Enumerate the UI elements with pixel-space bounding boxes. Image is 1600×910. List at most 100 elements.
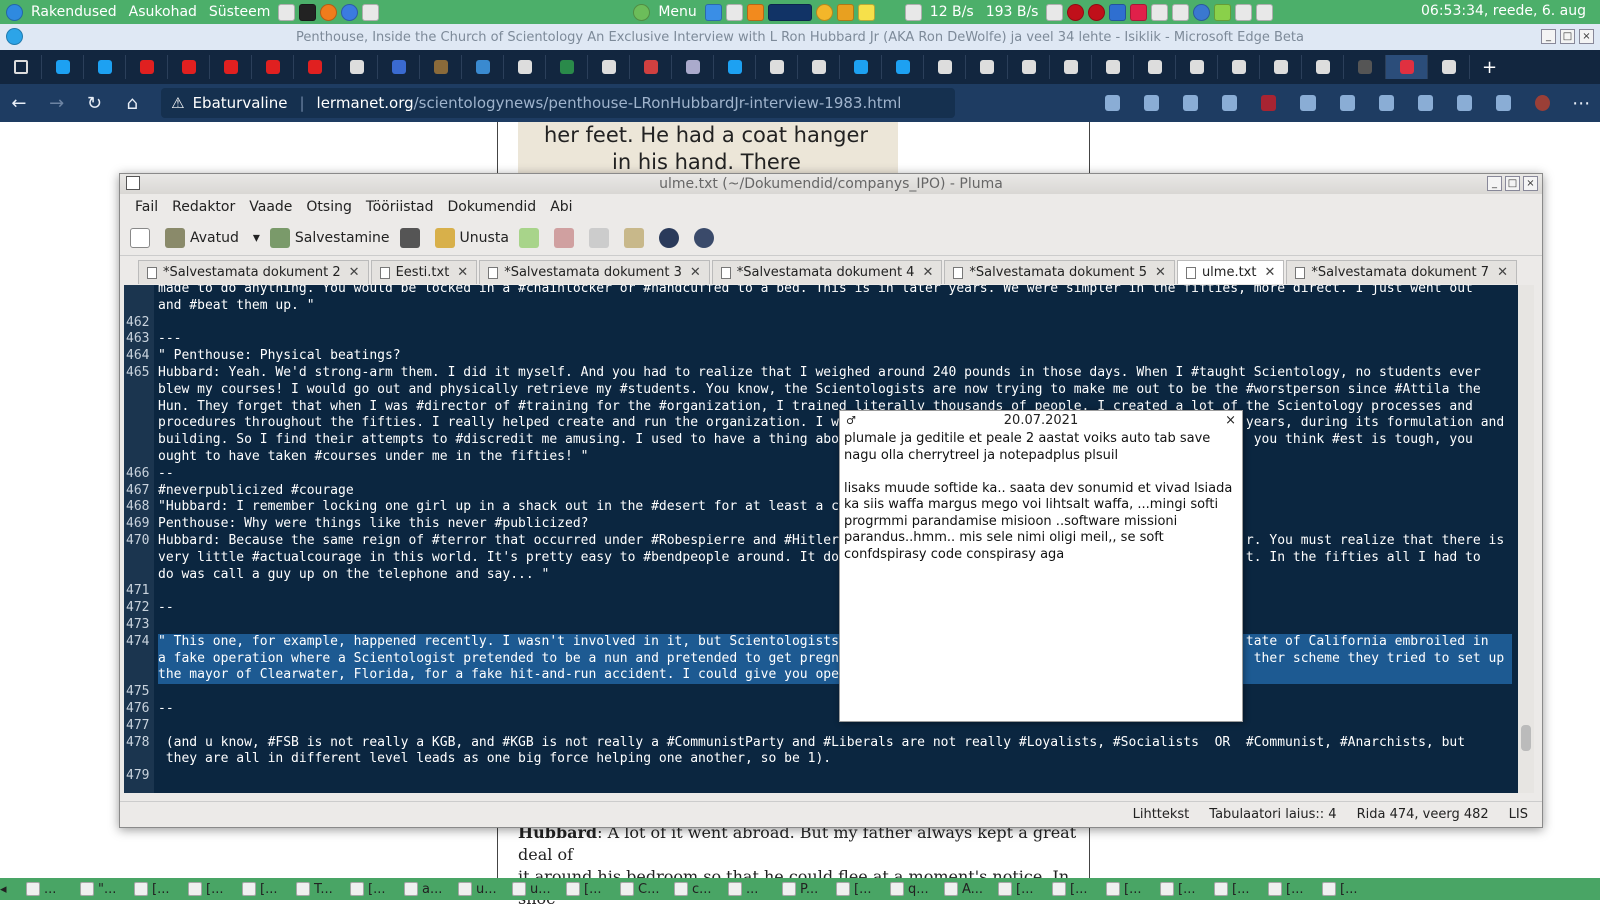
- warning-icon[interactable]: ⚠: [171, 94, 184, 112]
- bluetooth-icon[interactable]: [1109, 3, 1127, 21]
- browser-tab[interactable]: [1050, 55, 1092, 79]
- new-tab-button[interactable]: +: [1482, 57, 1497, 78]
- extensions-icon[interactable]: [1417, 95, 1433, 111]
- tab-close-icon[interactable]: ✕: [1155, 265, 1166, 280]
- record-icon[interactable]: [1067, 3, 1085, 21]
- sticky-note[interactable]: ♂ 20.07.2021 × plumale ja geditile et pe…: [839, 410, 1243, 722]
- tab-close-icon[interactable]: ✕: [690, 265, 701, 280]
- close-button[interactable]: ×: [1579, 29, 1594, 44]
- taskbar-item[interactable]: C...: [616, 882, 670, 897]
- code-line[interactable]: (and u know, #FSB is not really a KGB, a…: [158, 735, 1512, 752]
- tray-vlc-icon[interactable]: [746, 3, 764, 21]
- mint-menu-icon[interactable]: [633, 3, 651, 21]
- code-line[interactable]: Hun. They forget that when I was #direct…: [158, 399, 1512, 416]
- code-line[interactable]: ---: [158, 331, 1512, 348]
- save-button[interactable]: Salvestamine: [269, 227, 390, 248]
- minimize-button[interactable]: _: [1541, 29, 1556, 44]
- avatar[interactable]: [1535, 95, 1551, 111]
- code-line[interactable]: --: [158, 600, 1512, 617]
- note-close-icon[interactable]: ×: [1225, 413, 1236, 428]
- browser-tab[interactable]: [840, 55, 882, 79]
- browser-tab[interactable]: [378, 55, 420, 79]
- browser-tab[interactable]: [714, 55, 756, 79]
- tray-sun-icon[interactable]: [815, 3, 833, 21]
- browser-tab[interactable]: [798, 55, 840, 79]
- scrollbar-thumb[interactable]: [1521, 725, 1531, 751]
- code-line[interactable]: "Hubbard: I remember locking one girl up…: [158, 499, 1512, 516]
- taskbar-item[interactable]: [...: [130, 882, 184, 897]
- taskbar-item[interactable]: [...: [1264, 882, 1318, 897]
- reload-icon[interactable]: ↻: [76, 93, 114, 114]
- code-line[interactable]: blew my courses! I would go out and phys…: [158, 382, 1512, 399]
- terminal-icon[interactable]: [299, 3, 317, 21]
- menu-fail[interactable]: Fail: [128, 199, 165, 215]
- browser-tab[interactable]: [1428, 55, 1470, 79]
- browser-tab[interactable]: [1008, 55, 1050, 79]
- tab-width-select[interactable]: Tabulaatori laius:: 4: [1209, 807, 1336, 822]
- menu-rakendused[interactable]: Rakendused: [25, 4, 123, 20]
- clock[interactable]: 06:53:34, reede, 6. aug: [1415, 3, 1592, 19]
- language-select[interactable]: Lihttekst: [1133, 807, 1190, 822]
- code-line[interactable]: and #beat them up. ": [158, 298, 1512, 315]
- tab-document[interactable]: *Salvestamata dokument 2 ✕: [138, 260, 369, 284]
- record2-icon[interactable]: [1088, 3, 1106, 21]
- link-icon[interactable]: [1300, 95, 1316, 111]
- text-editor-area[interactable]: 462 463 464 465 466 467 468 469 470 471 472 473 474 4…: [124, 285, 1534, 793]
- note-header[interactable]: ♂ 20.07.2021 ×: [840, 411, 1242, 429]
- pluma-maximize-button[interactable]: □: [1505, 176, 1520, 191]
- menu-tooriistad[interactable]: Tööriistad: [359, 199, 441, 215]
- volume-icon[interactable]: [1046, 3, 1064, 21]
- browser-tab[interactable]: [672, 55, 714, 79]
- menu-button[interactable]: Menu: [652, 4, 702, 20]
- pluma-minimize-button[interactable]: _: [1487, 176, 1502, 191]
- tab-close-icon[interactable]: ✕: [457, 265, 468, 280]
- code-line[interactable]: Hubbard: Because the same reign of #terr…: [158, 533, 1512, 550]
- taskbar-item[interactable]: [...: [346, 882, 400, 897]
- browser-tab[interactable]: [84, 55, 126, 79]
- tab-document[interactable]: *Salvestamata dokument 3 ✕: [479, 260, 710, 284]
- new-button[interactable]: [130, 227, 155, 248]
- taskbar-arrow-icon[interactable]: ◂: [0, 882, 22, 897]
- tray-battery-icon[interactable]: [1235, 3, 1253, 21]
- code-line[interactable]: #neverpublicized #courage: [158, 483, 1512, 500]
- browser-tab[interactable]: [1134, 55, 1176, 79]
- app-menu-icon[interactable]: [6, 3, 23, 21]
- taskbar-item[interactable]: [...: [832, 882, 886, 897]
- menu-otsing[interactable]: Otsing: [299, 199, 358, 215]
- menu-dokumendid[interactable]: Dokumendid: [441, 199, 544, 215]
- code-line[interactable]: --: [158, 466, 1512, 483]
- menu-asukohad[interactable]: Asukohad: [123, 4, 203, 20]
- taskbar-item[interactable]: c...: [670, 882, 724, 897]
- browser-tab[interactable]: [1302, 55, 1344, 79]
- code-line[interactable]: very little #actualcourage in this world…: [158, 550, 1512, 567]
- browser-tab[interactable]: [1092, 55, 1134, 79]
- code-line[interactable]: made to do anything. You would be locked…: [158, 285, 1512, 298]
- back-icon[interactable]: ←: [0, 93, 38, 114]
- browser-tab[interactable]: [546, 55, 588, 79]
- code-line[interactable]: " This one, for example, happened recent…: [158, 633, 1512, 651]
- tab-document[interactable]: ulme.txt ✕: [1176, 260, 1285, 284]
- tab-document[interactable]: *Salvestamata dokument 5 ✕: [944, 260, 1175, 284]
- taskbar-item[interactable]: [...: [1102, 882, 1156, 897]
- browser-tab[interactable]: [1386, 55, 1428, 79]
- taskbar-item[interactable]: [...: [1048, 882, 1102, 897]
- firefox-icon[interactable]: [320, 3, 338, 21]
- code-line[interactable]: building. So I find their attempts to #d…: [158, 432, 1512, 449]
- taskbar-item[interactable]: u...: [454, 882, 508, 897]
- taskbar-item[interactable]: [...: [238, 882, 292, 897]
- taskbar-item[interactable]: ...: [724, 882, 778, 897]
- share-icon[interactable]: [1496, 95, 1512, 111]
- browser-tab[interactable]: [1218, 55, 1260, 79]
- qbittorrent-icon[interactable]: [1193, 3, 1211, 21]
- tray-monitor-icon[interactable]: [1256, 3, 1274, 21]
- tray-chart-icon[interactable]: [1151, 3, 1169, 21]
- code-line[interactable]: Penthouse: Why were things like this nev…: [158, 516, 1512, 533]
- browser-tab[interactable]: [42, 55, 84, 79]
- more-menu-icon[interactable]: ⋯: [1562, 93, 1600, 114]
- home-icon[interactable]: ⌂: [113, 93, 151, 114]
- code-line[interactable]: Hubbard: Yeah. We'd strong-arm them. I d…: [158, 365, 1512, 382]
- tray-check-icon[interactable]: [704, 3, 722, 21]
- favorite-icon[interactable]: [1222, 95, 1238, 111]
- tab-document[interactable]: *Salvestamata dokument 4 ✕: [711, 260, 943, 284]
- taskbar-item[interactable]: [...: [994, 882, 1048, 897]
